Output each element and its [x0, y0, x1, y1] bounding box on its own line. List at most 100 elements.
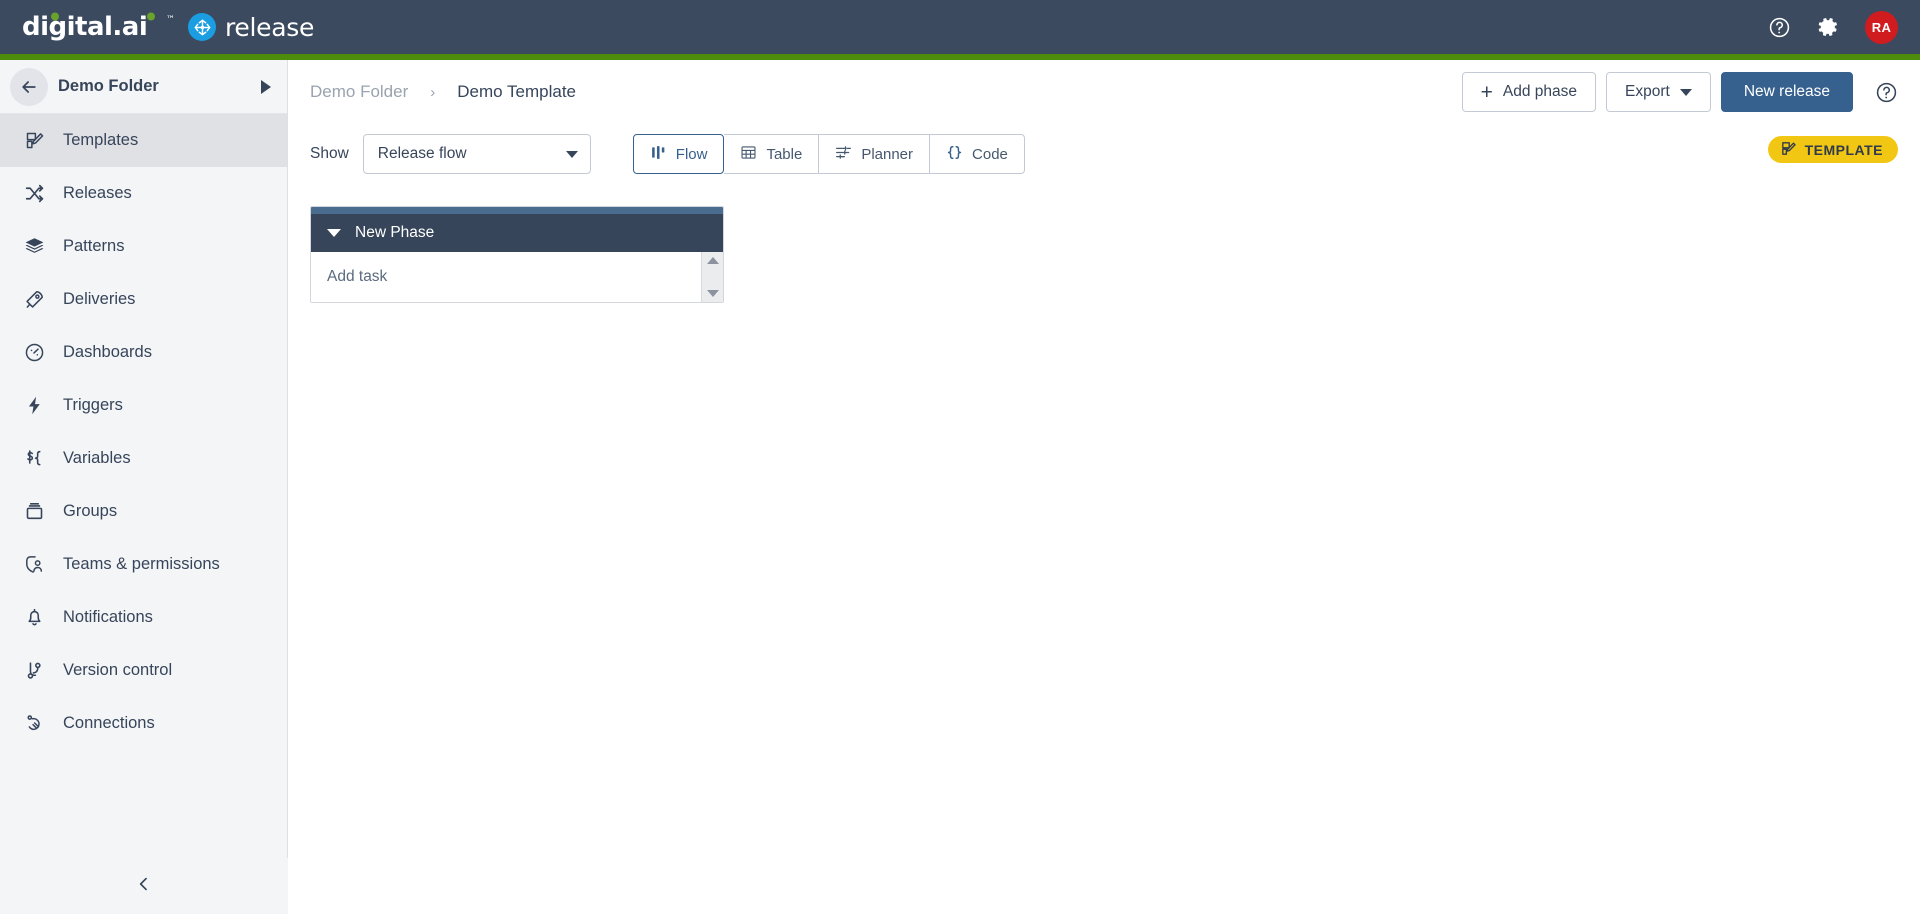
tab-planner[interactable]: Planner [819, 134, 931, 174]
user-avatar[interactable]: RA [1865, 10, 1898, 44]
tab-flow-label: Flow [675, 145, 708, 163]
export-label: Export [1625, 83, 1670, 100]
main-content: Demo Folder › Demo Template + Add phase … [288, 60, 1920, 914]
template-badge[interactable]: TEMPLATE [1767, 136, 1898, 163]
sidebar-item-label: Groups [63, 502, 118, 520]
sidebar-item-connections[interactable]: Connections [0, 697, 287, 750]
sidebar-item-patterns[interactable]: Patterns [0, 220, 287, 273]
git-branch-icon [22, 659, 46, 683]
sidebar-item-label: Releases [63, 184, 132, 202]
chevron-left-icon [134, 874, 154, 899]
sidebar: Demo Folder Templates Releases Patterns … [0, 60, 288, 914]
brand-logo[interactable]: digital.ai ™ release [22, 12, 314, 42]
export-button[interactable]: Export [1606, 72, 1711, 112]
gauge-icon [22, 341, 46, 365]
tab-table-label: Table [766, 145, 803, 163]
chevron-down-icon[interactable] [327, 229, 341, 237]
sidebar-item-variables[interactable]: Variables [0, 432, 287, 485]
phase-header[interactable]: New Phase [311, 214, 723, 252]
plus-icon: + [1480, 80, 1493, 104]
breadcrumb-parent[interactable]: Demo Folder [310, 82, 408, 102]
top-header-actions: RA [1768, 10, 1898, 44]
sidebar-folder-header[interactable]: Demo Folder [0, 60, 287, 114]
layers-icon [22, 235, 46, 259]
sidebar-folder-name: Demo Folder [58, 77, 159, 95]
sidebar-item-templates[interactable]: Templates [0, 114, 287, 167]
tab-code-label: Code [972, 145, 1008, 163]
sidebar-item-deliveries[interactable]: Deliveries [0, 273, 287, 326]
sidebar-item-label: Templates [63, 131, 139, 149]
plug-icon [22, 712, 46, 736]
sidebar-item-notifications[interactable]: Notifications [0, 591, 287, 644]
bars-icon [650, 144, 667, 165]
shield-person-icon [22, 553, 46, 577]
header-actions: + Add phase Export New release [1461, 72, 1898, 112]
archive-box-icon [22, 500, 46, 524]
release-wordmark: release [225, 12, 315, 42]
sidebar-item-label: Connections [63, 714, 155, 732]
add-phase-label: Add phase [1502, 83, 1578, 100]
template-icon [22, 129, 46, 153]
phase-scrollbar[interactable] [701, 252, 723, 302]
lightning-bolt-icon [22, 394, 46, 418]
sidebar-item-teams-permissions[interactable]: Teams & permissions [0, 538, 287, 591]
sidebar-item-releases[interactable]: Releases [0, 167, 287, 220]
phase-body: Add task [311, 252, 723, 302]
app-root: digital.ai ™ release RA Demo Folder Temp… [0, 0, 1920, 914]
sidebar-item-groups[interactable]: Groups [0, 485, 287, 538]
digital-ai-logo-icon: digital.ai ™ [22, 12, 174, 42]
gear-icon[interactable] [1816, 15, 1840, 39]
add-phase-button[interactable]: + Add phase [1461, 72, 1597, 112]
sidebar-item-label: Patterns [63, 237, 125, 255]
sidebar-item-label: Version control [63, 661, 173, 679]
sidebar-nav-list: Templates Releases Patterns Deliveries D… [0, 114, 287, 750]
svg-text:™: ™ [166, 15, 174, 25]
release-emblem-icon [188, 13, 216, 41]
new-release-label: New release [1743, 83, 1830, 100]
phase-card: New Phase Add task [310, 206, 724, 303]
tab-table[interactable]: Table [724, 134, 820, 174]
sidebar-collapse-button[interactable] [0, 858, 288, 914]
caret-down-icon [1679, 88, 1692, 96]
main-header: Demo Folder › Demo Template + Add phase … [288, 60, 1920, 124]
view-tab-group: Flow Table Planner Code [632, 134, 1025, 174]
breadcrumb-separator: › [430, 83, 436, 101]
new-release-button[interactable]: New release [1720, 72, 1853, 112]
dollar-brace-icon [22, 447, 46, 471]
rocket-icon [22, 288, 46, 312]
grid-table-icon [740, 144, 757, 165]
shuffle-icon [22, 182, 46, 206]
sidebar-item-label: Deliveries [63, 290, 136, 308]
sidebar-item-version-control[interactable]: Version control [0, 644, 287, 697]
curly-braces-icon [946, 144, 963, 165]
sidebar-item-dashboards[interactable]: Dashboards [0, 326, 287, 379]
view-toolbar: Show Release flow Flow Table Planner Cod… [288, 124, 1920, 184]
breadcrumb-current: Demo Template [457, 82, 577, 101]
arrow-left-icon[interactable] [10, 67, 48, 106]
add-task-button[interactable]: Add task [311, 268, 387, 286]
sidebar-item-label: Dashboards [63, 343, 152, 361]
release-flow-canvas: New Phase Add task [288, 184, 1920, 914]
release-product-logo: release [188, 13, 314, 42]
sidebar-item-label: Teams & permissions [63, 555, 220, 573]
breadcrumb: Demo Folder › Demo Template [310, 82, 576, 102]
phase-title: New Phase [355, 224, 435, 241]
sidebar-item-triggers[interactable]: Triggers [0, 379, 287, 432]
page-body: Demo Folder Templates Releases Patterns … [0, 60, 1920, 914]
tab-code[interactable]: Code [930, 134, 1025, 174]
help-circle-icon[interactable] [1875, 81, 1898, 104]
top-header-bar: digital.ai ™ release RA [0, 0, 1920, 54]
caret-down-icon [565, 150, 578, 158]
triangle-right-icon[interactable] [261, 79, 271, 94]
phase-top-strip [311, 207, 723, 214]
show-select[interactable]: Release flow [362, 134, 591, 174]
triangle-down-icon[interactable] [706, 290, 719, 297]
sidebar-item-label: Variables [63, 449, 131, 467]
help-circle-icon[interactable] [1768, 16, 1791, 39]
show-select-value: Release flow [377, 145, 467, 162]
tab-flow[interactable]: Flow [632, 134, 725, 174]
svg-text:digital.ai: digital.ai [22, 12, 147, 42]
planner-sliders-icon [835, 144, 852, 165]
template-badge-label: TEMPLATE [1804, 141, 1883, 158]
triangle-up-icon[interactable] [706, 257, 719, 264]
